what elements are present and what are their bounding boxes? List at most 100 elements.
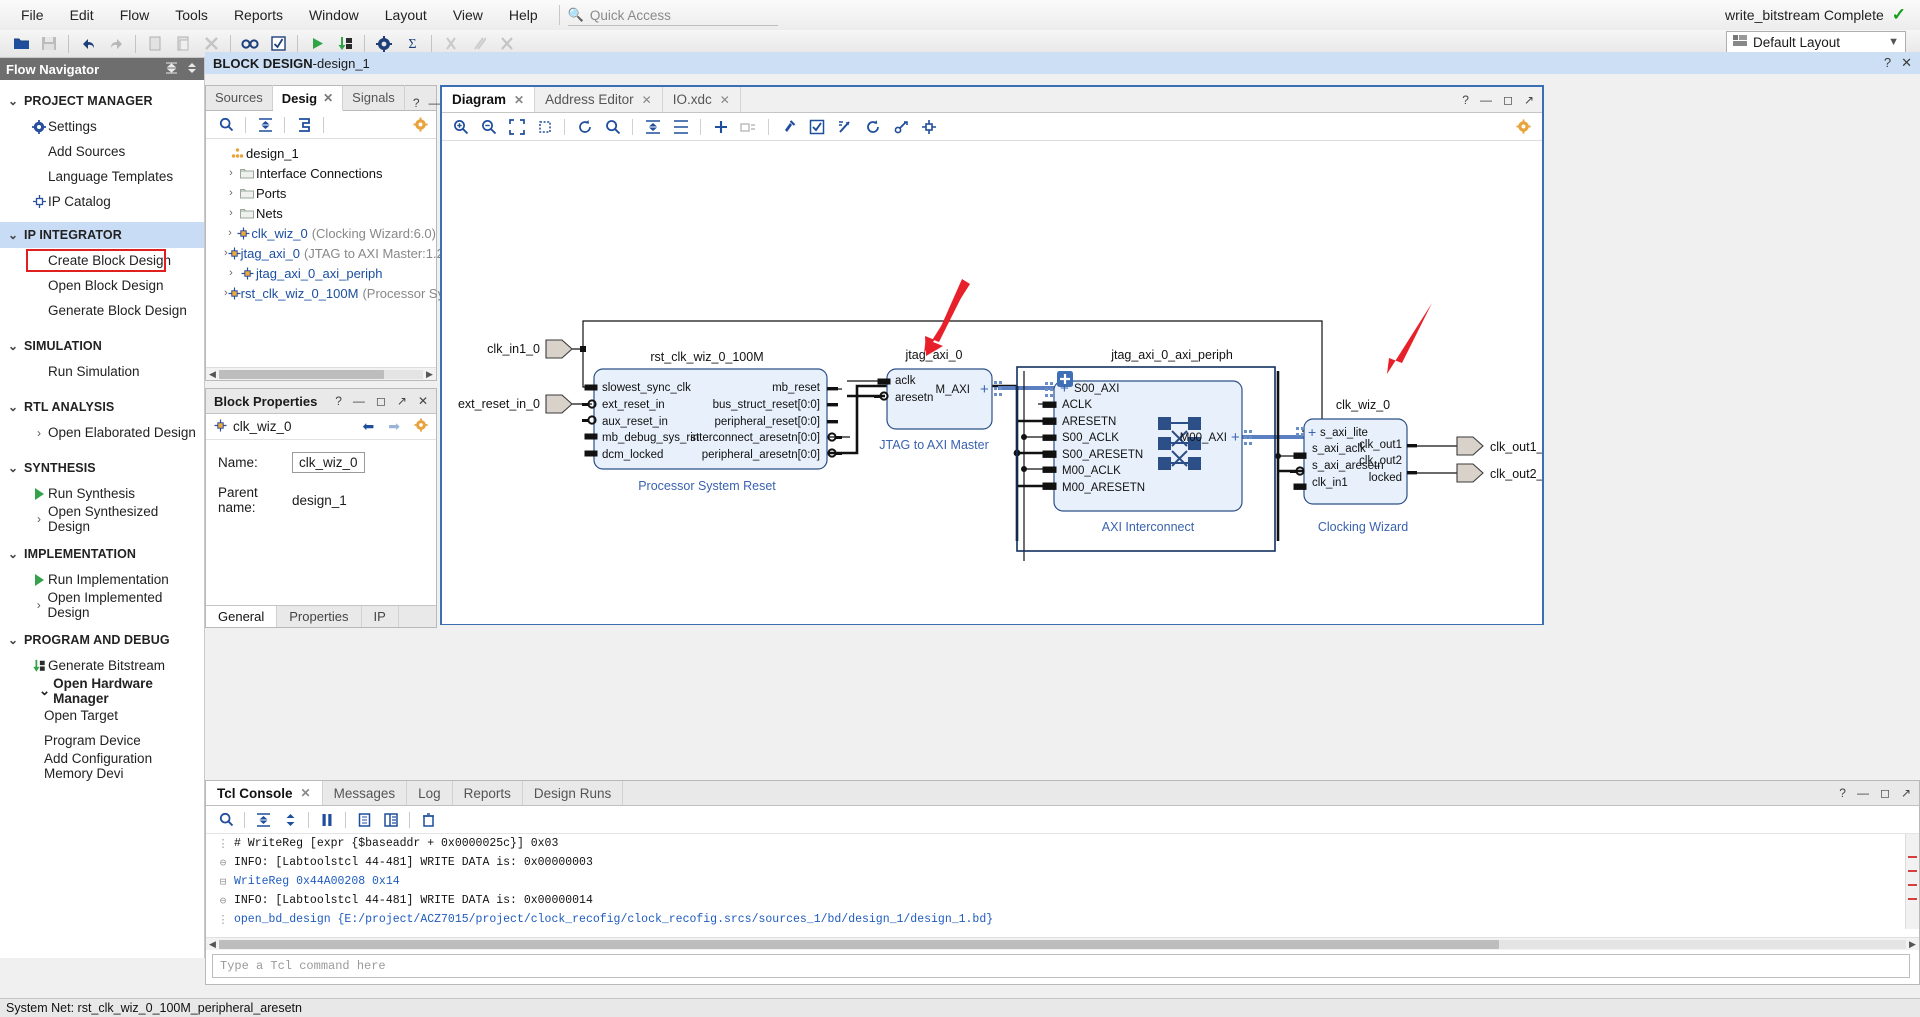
zoom-fit-icon[interactable]	[504, 115, 529, 138]
fn-section-synthesis[interactable]: ⌄ SYNTHESIS	[0, 455, 204, 481]
tree-item-design-1[interactable]: design_1	[212, 143, 436, 163]
quick-access-box[interactable]: 🔍 Quick Access	[567, 4, 778, 26]
close-icon[interactable]: ✕	[1901, 55, 1912, 71]
fn-section-implementation[interactable]: ⌄ IMPLEMENTATION	[0, 541, 204, 567]
menu-view[interactable]: View	[440, 3, 496, 27]
help-icon[interactable]: ?	[1839, 786, 1846, 800]
menu-layout[interactable]: Layout	[372, 3, 440, 27]
hierarchy-icon[interactable]	[292, 114, 316, 136]
chevron-right-icon[interactable]: ›	[224, 227, 236, 239]
save-icon[interactable]	[36, 32, 62, 56]
tab-address-editor[interactable]: Address Editor ✕	[535, 87, 663, 112]
design-tree-hscrollbar[interactable]: ◀ ▶	[206, 367, 436, 380]
close-icon[interactable]: ✕	[418, 394, 428, 408]
collapse-all-icon[interactable]	[640, 115, 665, 138]
search-icon[interactable]	[214, 114, 238, 136]
optimize-routing-icon[interactable]	[832, 115, 857, 138]
zoom-selection-icon[interactable]	[532, 115, 557, 138]
tcl-vertical-scrollbar[interactable]	[1905, 834, 1919, 929]
tab-signals[interactable]: Signals	[343, 85, 405, 110]
minimize-icon[interactable]: —	[429, 96, 441, 110]
tab-diagram[interactable]: Diagram ✕	[442, 87, 536, 112]
tab-reports[interactable]: Reports	[453, 781, 523, 805]
sidebar-item-ip-catalog[interactable]: IP Catalog	[0, 189, 204, 214]
tab-messages[interactable]: Messages	[323, 781, 408, 805]
copy-icon[interactable]	[142, 32, 168, 56]
sidebar-item-add-configuration-memory-device[interactable]: Add Configuration Memory Devi	[0, 751, 204, 781]
float-icon[interactable]: ↗	[1524, 93, 1534, 107]
fn-section-ip-integrator[interactable]: ⌄ IP INTEGRATOR	[0, 222, 204, 248]
expand-all-icon[interactable]	[668, 115, 693, 138]
validate-design-icon[interactable]	[804, 115, 829, 138]
maximize-icon[interactable]: ◻	[1880, 786, 1890, 800]
menu-tools[interactable]: Tools	[162, 3, 221, 27]
fn-section-simulation[interactable]: ⌄ SIMULATION	[0, 333, 204, 359]
menu-flow[interactable]: Flow	[107, 3, 163, 27]
tab-design[interactable]: Desig ✕	[272, 86, 344, 111]
tree-item-interface-connections[interactable]: › Interface Connections	[212, 163, 436, 183]
collapse-all-icon[interactable]	[253, 114, 277, 136]
tab-general[interactable]: General	[206, 606, 278, 627]
maximize-icon[interactable]: ◻	[376, 394, 386, 408]
sidebar-item-run-synthesis[interactable]: Run Synthesis	[0, 481, 204, 506]
sidebar-item-open-block-design[interactable]: Open Block Design	[0, 273, 204, 298]
tab-properties[interactable]: Properties	[277, 606, 362, 627]
fn-section-program-and-debug[interactable]: ⌄ PROGRAM AND DEBUG	[0, 627, 204, 653]
add-ip-icon[interactable]	[708, 115, 733, 138]
block-design-canvas[interactable]: clk_in1_0 ext_reset_in_0 rst_clk_wiz_0_1…	[442, 141, 1542, 624]
paste-icon[interactable]	[170, 32, 196, 56]
fn-section-project-manager[interactable]: ⌄ PROJECT MANAGER	[0, 88, 204, 114]
copy-icon[interactable]	[352, 809, 376, 831]
regenerate-layout-icon[interactable]	[860, 115, 885, 138]
close-icon[interactable]: ✕	[642, 93, 652, 107]
collapse-all-icon[interactable]	[165, 62, 178, 77]
sidebar-item-settings[interactable]: Settings	[0, 114, 204, 139]
back-arrow-icon[interactable]: ⬅	[363, 418, 375, 435]
tcl-horizontal-scrollbar[interactable]: ◀ ▶	[206, 937, 1919, 950]
expand-plus-icon[interactable]: +	[1231, 429, 1240, 446]
scroll-left-icon[interactable]: ◀	[206, 369, 219, 380]
tree-item-jtag-axi-0-axi-periph[interactable]: › jtag_axi_0_axi_periph	[212, 263, 436, 283]
menu-window[interactable]: Window	[296, 3, 372, 27]
scroll-right-icon[interactable]: ▶	[1906, 939, 1919, 950]
help-icon[interactable]: ?	[1462, 93, 1469, 107]
fn-section-rtl-analysis[interactable]: ⌄ RTL ANALYSIS	[0, 394, 204, 420]
tab-io-xdc[interactable]: IO.xdc ✕	[663, 87, 741, 112]
sidebar-item-run-implementation[interactable]: Run Implementation	[0, 567, 204, 592]
diagram-settings-gear-icon[interactable]	[1511, 115, 1536, 138]
tab-tcl-console[interactable]: Tcl Console ✕	[206, 781, 323, 805]
chevron-right-icon[interactable]: ›	[224, 207, 238, 219]
expand-icon[interactable]	[278, 809, 302, 831]
run-connection-automation-icon[interactable]	[776, 115, 801, 138]
search-icon[interactable]	[214, 809, 238, 831]
sidebar-item-open-synthesized-design[interactable]: › Open Synthesized Design	[0, 504, 204, 534]
block-jtag-axi-0-axi-periph[interactable]: jtag_axi_0_axi_periph + S00_AXI ACLK ARE…	[1016, 348, 1276, 552]
tcl-command-input[interactable]: Type a Tcl command here	[212, 954, 1910, 978]
add-module-icon[interactable]	[736, 115, 761, 138]
block-clk-wiz-0[interactable]: clk_wiz_0 + s_axi_lite s_axi_aclk s_axi_…	[1290, 398, 1417, 534]
tree-item-clk-wiz-0[interactable]: › clk_wiz_0 (Clocking Wizard:6.0)	[212, 223, 436, 243]
float-icon[interactable]: ↗	[397, 394, 407, 408]
clear-trash-icon[interactable]	[416, 809, 440, 831]
sidebar-item-generate-bitstream[interactable]: Generate Bitstream	[0, 653, 204, 678]
show-interface-icon[interactable]	[916, 115, 941, 138]
menu-reports[interactable]: Reports	[221, 3, 296, 27]
maximize-icon[interactable]: ◻	[1503, 93, 1513, 107]
chevron-right-icon[interactable]: ›	[224, 187, 238, 199]
external-port-ext-reset-in-0[interactable]: ext_reset_in_0	[458, 394, 573, 414]
block-name-input[interactable]: clk_wiz_0	[292, 452, 365, 473]
collapse-circle-icon[interactable]: ⊖	[212, 894, 234, 908]
expand-plus-icon[interactable]: +	[980, 381, 989, 398]
open-project-icon[interactable]	[8, 32, 34, 56]
tab-sources[interactable]: Sources	[206, 85, 273, 110]
undo-icon[interactable]	[75, 32, 101, 56]
sidebar-item-open-implemented-design[interactable]: › Open Implemented Design	[0, 590, 204, 620]
forward-arrow-icon[interactable]: ➡	[388, 418, 400, 435]
collapse-icon[interactable]	[251, 809, 275, 831]
menu-help[interactable]: Help	[496, 3, 551, 27]
close-icon[interactable]: ✕	[720, 93, 730, 107]
sidebar-item-language-templates[interactable]: Language Templates	[0, 164, 204, 189]
expand-plus-icon[interactable]: +	[1060, 380, 1069, 397]
menu-file[interactable]: File	[8, 3, 57, 27]
sidebar-item-open-elaborated-design[interactable]: › Open Elaborated Design	[0, 420, 204, 445]
